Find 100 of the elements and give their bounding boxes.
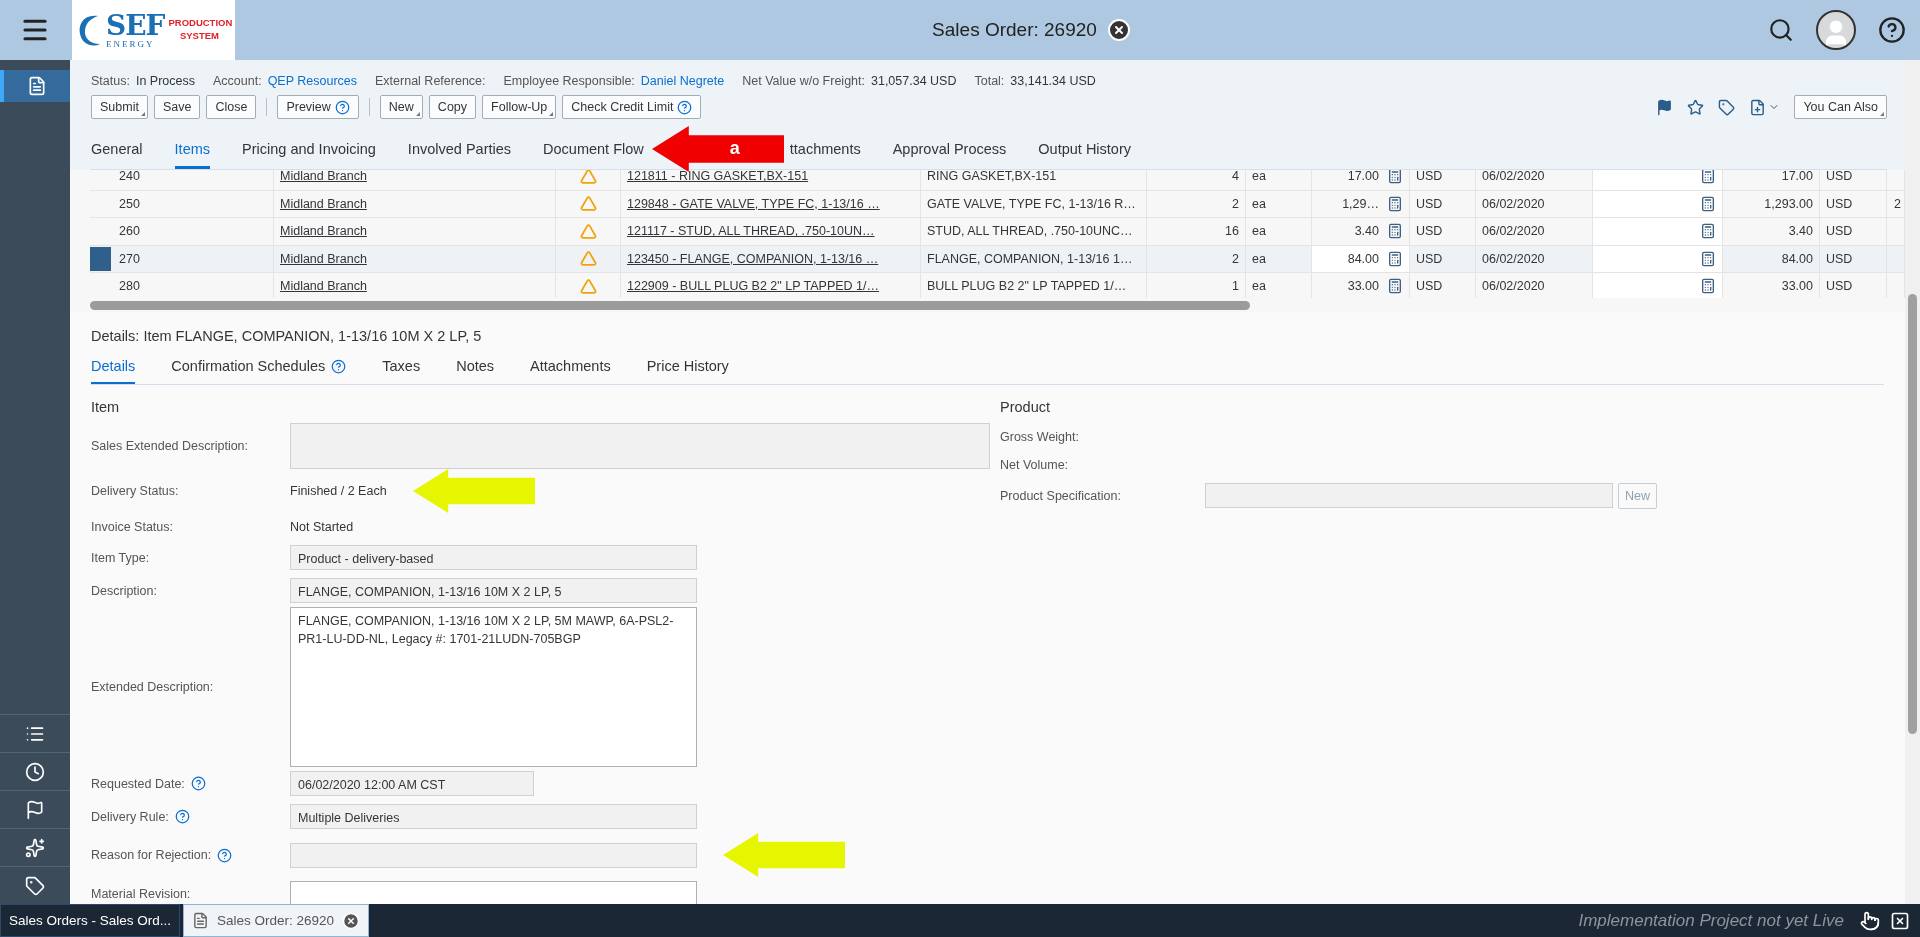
scrollbar-thumb[interactable]: [90, 300, 1250, 310]
tab[interactable]: Price History: [646, 350, 729, 384]
input-field[interactable]: Product - delivery-based: [290, 545, 697, 570]
window-tab[interactable]: Sales Order: 26920: [183, 904, 370, 937]
help-icon[interactable]: [677, 99, 693, 115]
row-selector[interactable]: [90, 246, 111, 271]
price-field[interactable]: 3.40: [1312, 218, 1410, 245]
tab[interactable]: ttachments: [789, 129, 861, 169]
tab[interactable]: Approval Process: [892, 129, 1007, 169]
toolbar-button[interactable]: Submit: [91, 95, 148, 119]
table-cell-text: 240: [118, 170, 140, 184]
tag-icon[interactable]: [1718, 98, 1736, 116]
price-field[interactable]: 33.00: [1312, 273, 1410, 298]
new-document-icon[interactable]: [1749, 98, 1767, 116]
branch-link[interactable]: Midland Branch: [280, 224, 367, 239]
document-icon: [27, 76, 47, 96]
input-field[interactable]: 06/02/2020 12:00 AM CST: [290, 771, 534, 796]
table-cell: 84.00: [1347, 251, 1379, 266]
input-field[interactable]: [290, 423, 990, 469]
help-icon[interactable]: [217, 847, 233, 863]
calculator-icon[interactable]: [1700, 250, 1716, 267]
table-cell: 06/02/2020: [1482, 196, 1545, 211]
flag-icon: [25, 799, 45, 820]
more-button[interactable]: You Can Also: [1794, 95, 1887, 119]
help-icon[interactable]: [190, 776, 206, 791]
calculator-icon[interactable]: [1387, 223, 1403, 240]
calculator-icon[interactable]: [1387, 195, 1403, 212]
price-field[interactable]: 1,29…: [1312, 190, 1410, 217]
table-cell: GATE VALVE, TYPE FC, 1-13/16 R…: [927, 196, 1136, 211]
toolbar-button[interactable]: Follow-Up: [482, 95, 557, 119]
toolbar-button[interactable]: New: [379, 95, 423, 119]
tab[interactable]: Confirmation Schedules: [171, 350, 347, 384]
table-cell: ea: [1252, 170, 1266, 184]
table-cell: 06/02/2020: [1482, 170, 1545, 184]
tab[interactable]: Attachments: [530, 350, 611, 384]
product-link[interactable]: 122909 - BULL PLUG B2 2" LP TAPPED 1/…: [627, 279, 880, 294]
calculator-icon[interactable]: [1387, 278, 1403, 295]
branch-link[interactable]: Midland Branch: [280, 251, 367, 266]
calculator-icon[interactable]: [1700, 170, 1716, 185]
text-area[interactable]: FLANGE, COMPANION, 1-13/16 10M X 2 LP, 5M MAWP, 6A-PSL2-PR1-LU-DD-NL, Legacy #: 1701-21LUDN-705BGP: [290, 607, 697, 767]
table-cell: ea: [1252, 196, 1266, 211]
table-row[interactable]: 260 Midland Branch 121117 - STUD, ALL THREAD, .750-10UN… STUD, ALL THREAD, .750-10UNC… 16 ea 3.40 USD 06/02/2020 3.40 USD: [90, 218, 1905, 246]
sidebar-item[interactable]: [0, 70, 70, 102]
close-icon[interactable]: [1106, 18, 1131, 42]
tab[interactable]: Pricing and Invoicing: [242, 129, 376, 169]
branch-link[interactable]: Midland Branch: [280, 279, 367, 294]
toolbar-button[interactable]: Check Credit Limit: [562, 95, 702, 119]
product-link[interactable]: 129848 - GATE VALVE, TYPE FC, 1-13/16 …: [627, 196, 880, 211]
calculator-icon[interactable]: [1700, 223, 1716, 240]
calculator-icon[interactable]: [1387, 170, 1403, 185]
toolbar-button[interactable]: Preview: [277, 95, 359, 119]
table-row[interactable]: 240 Midland Branch 121811 - RING GASKET,BX-151 RING GASKET,BX-151 4 ea 17.00 USD 06/02/2020 17.00 USD: [90, 170, 1905, 191]
help-icon[interactable]: [1878, 16, 1906, 44]
toolbar-button[interactable]: Copy: [428, 95, 477, 119]
table-row[interactable]: 250 Midland Branch 129848 - GATE VALVE, TYPE FC, 1-13/16 … GATE VALVE, TYPE FC, 1-13/16 R… 2 ea 1,29… USD 06/02/2020 1,293.00 USD 2: [90, 190, 1905, 218]
calculator-icon[interactable]: [1700, 195, 1716, 212]
tab[interactable]: Document Flow: [543, 129, 644, 169]
table-cell: 16: [1225, 224, 1239, 239]
input-field[interactable]: [290, 881, 697, 904]
scrollbar[interactable]: [1905, 60, 1920, 904]
branch-link[interactable]: Midland Branch: [280, 170, 367, 184]
product-link[interactable]: 121117 - STUD, ALL THREAD, .750-10UN…: [627, 224, 875, 239]
input-field[interactable]: FLANGE, COMPANION, 1-13/16 10M X 2 LP, 5: [290, 578, 697, 603]
price-field[interactable]: 17.00: [1312, 170, 1410, 190]
field-value: 31,057.34 USD: [871, 74, 957, 88]
section-title: Item: [91, 399, 121, 415]
input-field[interactable]: Multiple Deliveries: [290, 804, 697, 829]
input-field[interactable]: [290, 842, 697, 868]
help-icon[interactable]: [331, 358, 347, 374]
search-icon[interactable]: [1768, 17, 1794, 43]
product-link[interactable]: 123450 - FLANGE, COMPANION, 1-13/16 …: [627, 251, 879, 266]
table-row[interactable]: 270 Midland Branch 123450 - FLANGE, COMPANION, 1-13/16 … FLANGE, COMPANION, 1-13/16 1… 2 ea 84.00 USD 06/02/2020 84.00 USD: [90, 245, 1905, 273]
pointer-icon[interactable]: [1860, 910, 1880, 931]
product-link[interactable]: 121811 - RING GASKET,BX-151: [627, 170, 809, 184]
star-icon[interactable]: [1687, 98, 1705, 116]
tab[interactable]: Details: [91, 350, 136, 384]
close-icon[interactable]: [1890, 910, 1910, 931]
toolbar-button[interactable]: Save: [153, 95, 201, 119]
tab[interactable]: Notes: [456, 350, 495, 384]
tab[interactable]: Involved Parties: [407, 129, 512, 169]
value-link[interactable]: QEP Resources: [267, 74, 358, 88]
input-field[interactable]: [1205, 483, 1613, 508]
tab[interactable]: Taxes: [382, 350, 421, 384]
field-label: Status:: [91, 74, 130, 88]
help-icon[interactable]: [174, 809, 190, 824]
close-icon[interactable]: [342, 911, 361, 930]
tab[interactable]: Output History: [1038, 129, 1131, 169]
help-icon[interactable]: [334, 99, 350, 115]
calculator-icon[interactable]: [1387, 250, 1403, 267]
calculator-icon[interactable]: [1700, 278, 1716, 295]
window-tab[interactable]: Sales Orders - Sales Ord...: [0, 904, 181, 937]
price-field[interactable]: 84.00: [1312, 245, 1410, 272]
toolbar-button[interactable]: Close: [206, 95, 257, 119]
flag-icon[interactable]: [1656, 98, 1674, 116]
tab[interactable]: General: [91, 129, 143, 169]
field-label: Reason for Rejection:: [91, 848, 212, 862]
section-title: Details: Item FLANGE, COMPANION, 1-13/16 10M X 2 LP, 5: [91, 328, 483, 344]
value-link[interactable]: Daniel Negrete: [640, 74, 725, 88]
avatar-icon[interactable]: [1816, 10, 1856, 50]
branch-link[interactable]: Midland Branch: [280, 196, 367, 211]
